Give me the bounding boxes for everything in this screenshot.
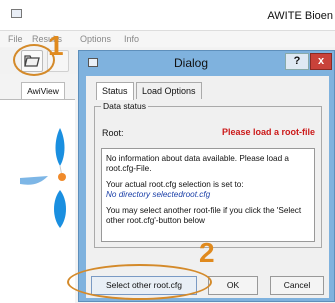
app-titlebar: AWITE Bioen <box>0 0 335 31</box>
highlight-ellipse-select <box>67 264 212 300</box>
group-title: Data status <box>101 101 148 111</box>
side-panel <box>0 99 75 303</box>
tab-load-options[interactable]: Load Options <box>136 82 202 99</box>
menu-options[interactable]: Options <box>80 34 111 44</box>
dialog-window-icon <box>88 58 98 67</box>
data-status-group: Data status Root: Please load a root-fil… <box>94 101 322 248</box>
app-title: AWITE Bioen <box>267 10 333 22</box>
menu-file[interactable]: File <box>8 34 23 44</box>
tab-awiview[interactable]: AwiView <box>21 82 65 100</box>
menu-info[interactable]: Info <box>124 34 139 44</box>
ok-button[interactable]: OK <box>208 276 258 295</box>
root-label: Root: <box>102 128 124 138</box>
info-selection-label: Your actual root.cfg selection is set to… <box>106 180 244 189</box>
cancel-button[interactable]: Cancel <box>270 276 324 295</box>
root-status-value: Please load a root-file <box>221 127 315 137</box>
info-no-data-text: No information about data available. Ple… <box>106 154 289 173</box>
close-button[interactable]: x <box>310 53 332 70</box>
info-selection-value: No directory selectedroot.cfg <box>106 190 211 199</box>
dialog-title: Dialog <box>174 56 209 70</box>
help-button[interactable]: ? <box>285 53 309 70</box>
info-hint-text: You may select another root-file if you … <box>106 206 302 225</box>
step-number-1: 1 <box>48 30 64 61</box>
app-window-icon <box>11 9 22 18</box>
step-number-2: 2 <box>199 237 215 268</box>
dialog-titlebar[interactable]: Dialog ? x <box>79 51 334 75</box>
info-textbox: No information about data available. Ple… <box>101 148 315 242</box>
awiview-logo-icon <box>20 128 66 228</box>
tab-status[interactable]: Status <box>96 82 134 100</box>
